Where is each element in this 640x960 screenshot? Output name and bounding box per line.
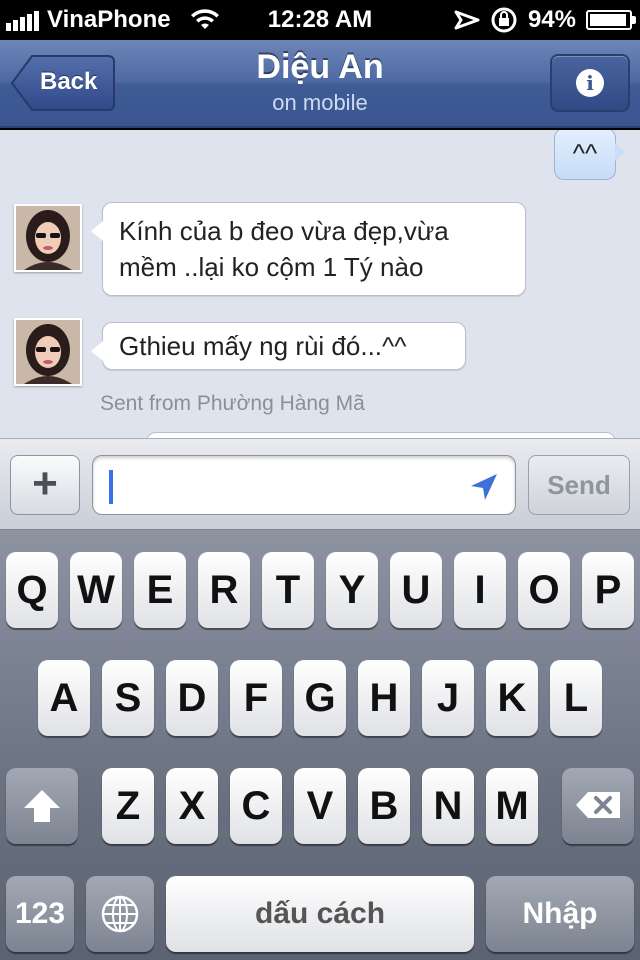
avatar	[14, 204, 82, 272]
keyboard: Q W E R T Y U I O P A S D F G H J K L Z …	[0, 530, 640, 960]
message-line: Gthieu mấy ng rùi đó...^^	[119, 331, 407, 361]
contact-name: Diệu An	[256, 48, 384, 86]
key-w[interactable]: W	[70, 552, 122, 628]
shift-key[interactable]	[6, 768, 78, 844]
numbers-key[interactable]: 123	[6, 876, 74, 952]
key-i[interactable]: I	[454, 552, 506, 628]
message-line: mềm ..lại ko cộm 1 Tý nào	[119, 252, 424, 282]
status-bar: VinaPhone 12:28 AM 94%	[0, 0, 640, 40]
location-arrow-icon[interactable]	[469, 472, 499, 502]
key-x[interactable]: X	[166, 768, 218, 844]
incoming-message: Kính của b đeo vừa đẹp,vừa mềm ..lại ko …	[91, 202, 526, 296]
key-y[interactable]: Y	[326, 552, 378, 628]
message-line: Kính của b đeo vừa đẹp,vừa	[119, 216, 449, 246]
sent-from-location: Sent from Phường Hàng Mã	[100, 392, 365, 415]
back-button[interactable]: Back	[10, 54, 116, 112]
key-n[interactable]: N	[422, 768, 474, 844]
key-k[interactable]: K	[486, 660, 538, 736]
key-b[interactable]: B	[358, 768, 410, 844]
key-v[interactable]: V	[294, 768, 346, 844]
location-arrow-icon	[454, 10, 480, 30]
key-j[interactable]: J	[422, 660, 474, 736]
key-f[interactable]: F	[230, 660, 282, 736]
key-u[interactable]: U	[390, 552, 442, 628]
key-h[interactable]: H	[358, 660, 410, 736]
send-button[interactable]: Send	[528, 455, 630, 515]
back-button-label: Back	[40, 68, 98, 95]
backspace-icon	[576, 792, 620, 818]
rotation-lock-icon	[491, 7, 517, 33]
space-key[interactable]: dấu cách	[166, 876, 474, 952]
key-q[interactable]: Q	[6, 552, 58, 628]
key-c[interactable]: C	[230, 768, 282, 844]
key-r[interactable]: R	[198, 552, 250, 628]
key-p[interactable]: P	[582, 552, 634, 628]
outgoing-message: ^^	[554, 130, 626, 180]
battery-percent: 94%	[527, 6, 576, 33]
key-z[interactable]: Z	[102, 768, 154, 844]
globe-key[interactable]	[86, 876, 154, 952]
key-t[interactable]: T	[262, 552, 314, 628]
composer-bar: + Send	[0, 438, 640, 530]
key-l[interactable]: L	[550, 660, 602, 736]
key-e[interactable]: E	[134, 552, 186, 628]
info-icon: i	[576, 69, 604, 97]
shift-arrow-icon	[24, 790, 60, 822]
backspace-key[interactable]	[562, 768, 634, 844]
contact-status: on mobile	[272, 90, 368, 115]
return-key[interactable]: Nhập	[486, 876, 634, 952]
globe-icon	[101, 895, 139, 933]
text-cursor	[109, 470, 113, 504]
key-g[interactable]: G	[294, 660, 346, 736]
message-input-field[interactable]	[92, 455, 516, 515]
attach-button[interactable]: +	[10, 455, 80, 515]
navigation-bar: Back Diệu An on mobile i	[0, 40, 640, 128]
key-s[interactable]: S	[102, 660, 154, 736]
avatar	[14, 318, 82, 386]
key-m[interactable]: M	[486, 768, 538, 844]
conversation-area[interactable]: ^^ Kính của b đeo vừa đẹp,vừa mềm ..lại …	[0, 130, 640, 438]
message-input[interactable]	[117, 466, 457, 506]
key-d[interactable]: D	[166, 660, 218, 736]
battery-icon	[586, 10, 636, 30]
incoming-message: Gthieu mấy ng rùi đó...^^	[91, 322, 466, 370]
info-button[interactable]: i	[550, 54, 630, 112]
key-o[interactable]: O	[518, 552, 570, 628]
key-a[interactable]: A	[38, 660, 90, 736]
